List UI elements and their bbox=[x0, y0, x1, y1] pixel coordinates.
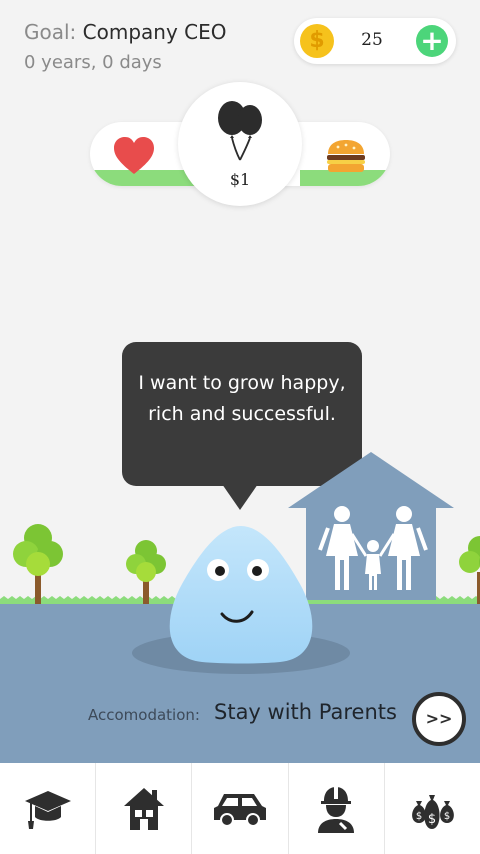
nav-education[interactable] bbox=[0, 763, 97, 854]
tree-icon bbox=[459, 536, 480, 604]
coin-counter: $ 25 + bbox=[294, 18, 456, 64]
car-icon bbox=[214, 793, 266, 827]
nav-transport[interactable] bbox=[192, 763, 289, 854]
next-button[interactable]: >> bbox=[412, 692, 466, 746]
heart-icon bbox=[114, 137, 154, 174]
house-icon bbox=[123, 787, 164, 830]
nav-finance[interactable]: $ $ $ bbox=[385, 763, 480, 854]
money-bags-icon: $ $ $ bbox=[412, 794, 455, 829]
goal-value: Company CEO bbox=[82, 20, 227, 44]
bottom-nav: $ $ $ bbox=[0, 763, 480, 854]
add-coins-button[interactable]: + bbox=[416, 25, 448, 57]
speech-text: I want to grow happy, rich and successfu… bbox=[138, 372, 346, 425]
coin-count: 25 bbox=[361, 30, 383, 50]
svg-text:$: $ bbox=[428, 812, 436, 827]
balloons-icon bbox=[218, 101, 262, 161]
burger-icon bbox=[327, 140, 365, 172]
speech-bubble-tail bbox=[222, 484, 258, 510]
blob-character[interactable] bbox=[160, 522, 322, 664]
svg-text:$: $ bbox=[444, 811, 450, 822]
accommodation-label: Accomodation: bbox=[88, 706, 200, 724]
nav-career[interactable] bbox=[289, 763, 385, 854]
coin-icon: $ bbox=[300, 24, 334, 58]
goal-line: Goal: Company CEO bbox=[24, 20, 227, 44]
goal-label: Goal: bbox=[24, 20, 77, 44]
tree-icon bbox=[13, 524, 63, 604]
accommodation-value: Stay with Parents bbox=[214, 700, 397, 724]
money-indicator[interactable]: $1 bbox=[178, 82, 302, 206]
svg-text:$: $ bbox=[416, 811, 422, 822]
age-text: 0 years, 0 days bbox=[24, 52, 162, 73]
money-value: $1 bbox=[229, 170, 251, 189]
worker-icon bbox=[318, 786, 355, 833]
graduation-cap-icon bbox=[24, 790, 71, 829]
nav-housing[interactable] bbox=[96, 763, 193, 854]
